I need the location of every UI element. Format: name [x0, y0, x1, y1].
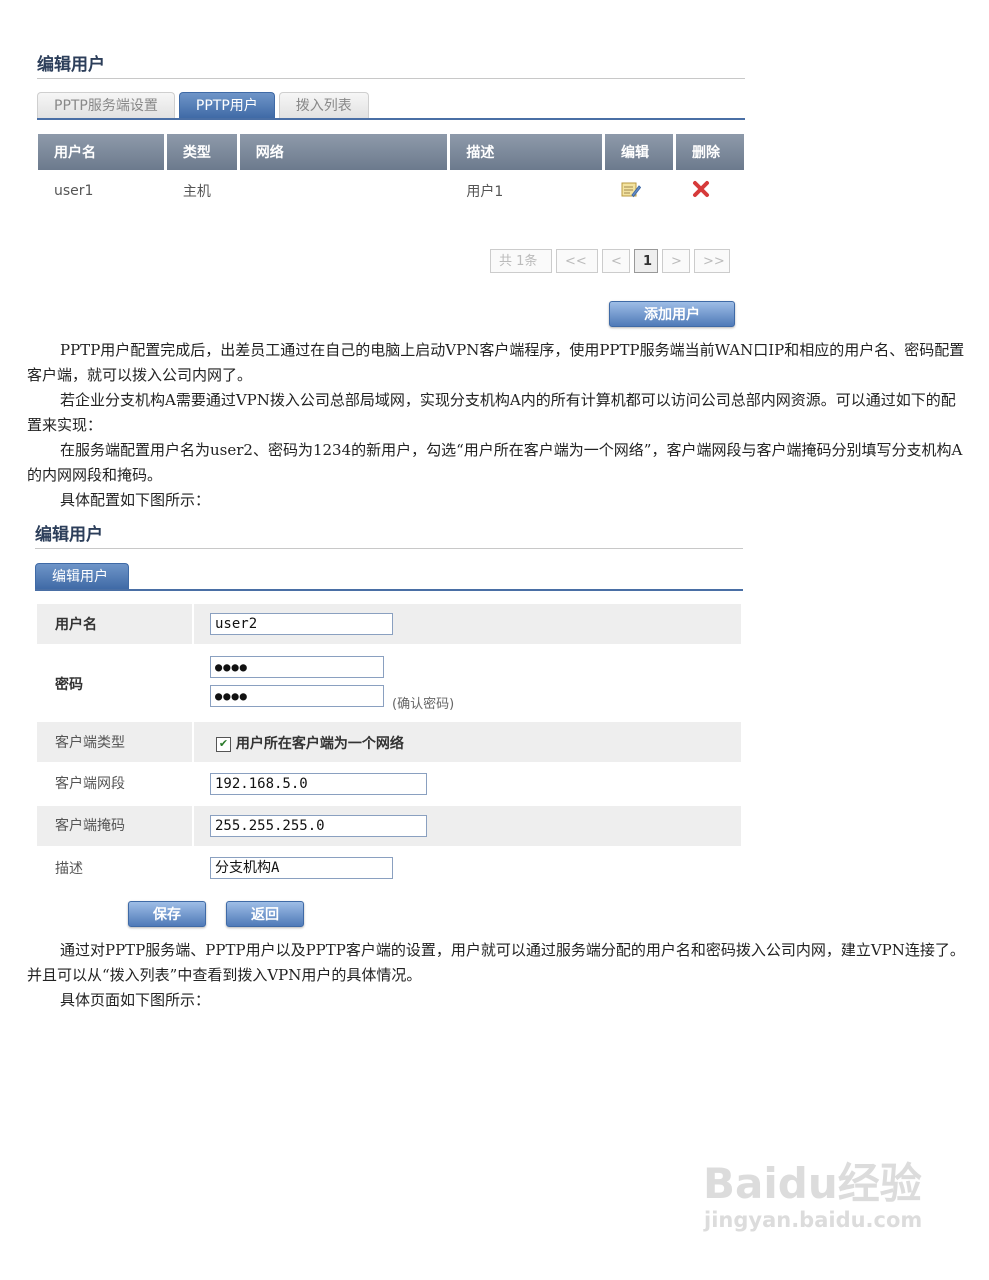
description-label: 描述	[55, 861, 83, 877]
client-type-row: 客户端类型 ✔ 用户所在客户端为一个网络	[37, 722, 741, 762]
form-title: 编辑用户	[35, 525, 103, 545]
cell-username: user1	[54, 183, 94, 199]
pager-total: 共 1条	[490, 249, 552, 273]
client-mask-row: 客户端掩码 255.255.255.0	[37, 806, 741, 846]
cell-description: 用户1	[466, 184, 504, 200]
confirm-password-hint: (确认密码)	[392, 697, 455, 712]
password-label: 密码	[55, 677, 83, 693]
password-input[interactable]: ●●●●	[210, 656, 384, 678]
row-separator	[192, 806, 194, 846]
page-title: 编辑用户	[37, 55, 105, 75]
confirm-password-input[interactable]: ●●●●	[210, 685, 384, 707]
pager-first-button[interactable]: <<	[556, 249, 598, 273]
username-label: 用户名	[55, 617, 97, 633]
tab-pptp-server-settings[interactable]: PPTP服务端设置	[37, 92, 175, 118]
col-username: 用户名	[38, 134, 164, 170]
article-text-1: PPTP用户配置完成后，出差员工通过在自己的电脑上启动VPN客户端程序，使用PP…	[27, 338, 965, 513]
cell-network	[240, 170, 448, 212]
client-network-label: 客户端网段	[55, 776, 125, 792]
paragraph: 具体页面如下图所示：	[60, 991, 211, 1009]
pager-prev-button[interactable]: <	[602, 249, 630, 273]
pagination: 共 1条 << < 1 > >>	[490, 249, 730, 273]
username-input[interactable]: user2	[210, 613, 393, 635]
cell-delete	[676, 170, 744, 212]
row-separator	[192, 604, 194, 644]
client-mask-label: 客户端掩码	[55, 818, 125, 834]
tab-pptp-users[interactable]: PPTP用户	[178, 92, 275, 118]
form-title-divider	[35, 548, 743, 549]
description-input[interactable]: 分支机构A	[210, 857, 393, 879]
user-table: 用户名 类型 网络 描述 编辑 删除 user1 主机 用户1	[35, 134, 747, 212]
cell-type: 主机	[182, 184, 211, 200]
form-tab-underline	[35, 589, 743, 591]
paragraph: 通过对PPTP服务端、PPTP用户以及PPTP客户端的设置，用户就可以通过服务端…	[27, 941, 965, 984]
col-description: 描述	[450, 134, 603, 170]
tab-underline	[37, 118, 745, 120]
password-row: 密码 ●●●● ●●●● (确认密码)	[37, 650, 741, 716]
table-row: user1 主机 用户1	[38, 170, 744, 212]
cell-edit	[605, 170, 673, 212]
delete-icon[interactable]	[692, 180, 710, 202]
baidu-jingyan-logo: Baidu经验	[703, 1150, 922, 1211]
client-type-label: 客户端类型	[55, 735, 125, 751]
paragraph: 具体配置如下图所示：	[60, 491, 211, 509]
watermark-brand: Baidu经验	[703, 1159, 922, 1208]
client-type-option: ✔ 用户所在客户端为一个网络	[216, 733, 404, 753]
col-type: 类型	[166, 134, 237, 170]
back-button[interactable]: 返回	[226, 901, 304, 927]
pager-current-page[interactable]: 1	[634, 249, 658, 273]
col-delete: 删除	[676, 134, 744, 170]
username-row: 用户名 user2	[37, 604, 741, 644]
article-text-2: 通过对PPTP服务端、PPTP用户以及PPTP客户端的设置，用户就可以通过服务端…	[27, 938, 965, 1013]
title-divider	[37, 78, 745, 79]
form-tab-bar: 编辑用户	[35, 563, 133, 589]
table-header-row: 用户名 类型 网络 描述 编辑 删除	[38, 134, 744, 170]
watermark-url: jingyan.baidu.com	[704, 1208, 923, 1232]
client-network-row: 客户端网段 192.168.5.0	[37, 765, 741, 805]
paragraph: 在服务端配置用户名为user2、密码为1234的新用户，勾选“用户所在客户端为一…	[27, 441, 963, 484]
paragraph: 若企业分支机构A需要通过VPN拨入公司总部局域网，实现分支机构A内的所有计算机都…	[27, 391, 956, 434]
tab-bar: PPTP服务端设置 PPTP用户 拨入列表	[37, 92, 373, 118]
add-user-button[interactable]: 添加用户	[609, 301, 735, 327]
col-edit: 编辑	[605, 134, 673, 170]
col-network: 网络	[239, 134, 448, 170]
client-mask-input[interactable]: 255.255.255.0	[210, 815, 427, 837]
pager-last-button[interactable]: >>	[694, 249, 730, 273]
description-row: 描述 分支机构A	[37, 850, 741, 886]
client-network-input[interactable]: 192.168.5.0	[210, 773, 427, 795]
pager-next-button[interactable]: >	[662, 249, 690, 273]
edit-icon[interactable]	[621, 180, 642, 202]
network-checkbox-label: 用户所在客户端为一个网络	[235, 736, 404, 752]
save-button[interactable]: 保存	[128, 901, 206, 927]
tab-dial-in-list[interactable]: 拨入列表	[278, 92, 369, 118]
paragraph: PPTP用户配置完成后，出差员工通过在自己的电脑上启动VPN客户端程序，使用PP…	[27, 341, 965, 384]
row-separator	[192, 722, 194, 762]
network-checkbox[interactable]: ✔	[216, 736, 231, 752]
tab-edit-user[interactable]: 编辑用户	[35, 563, 129, 589]
